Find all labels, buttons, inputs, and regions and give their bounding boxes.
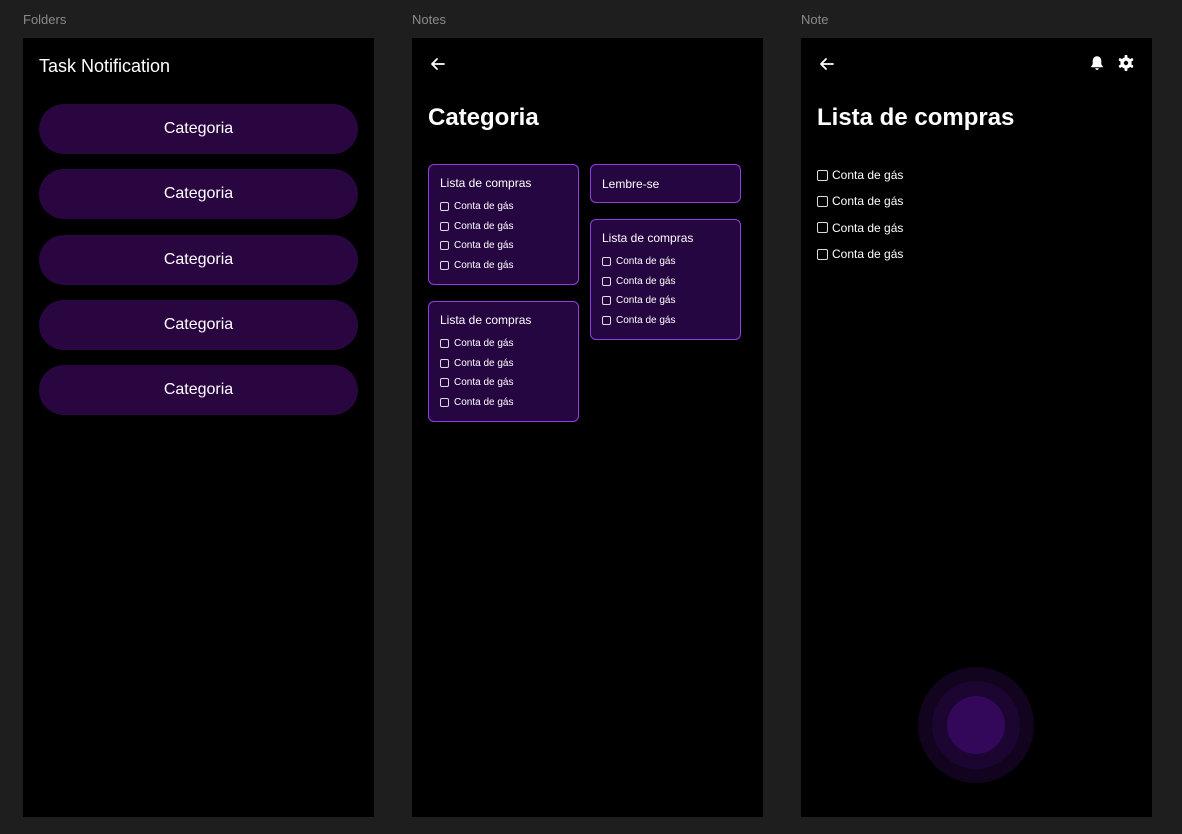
checklist-item-label: Conta de gás	[832, 220, 904, 235]
checklist-item-label: Conta de gás	[454, 259, 514, 271]
checkbox[interactable]	[602, 296, 611, 306]
category-button[interactable]: Categoria	[39, 234, 358, 285]
note-card-title: Lista de compras	[440, 176, 532, 190]
checklist-item-label: Conta de gás	[454, 377, 514, 389]
checklist-item: Conta de gás	[440, 217, 567, 237]
checklist-item: Conta de gás	[602, 291, 729, 311]
checklist-item: Conta de gás	[440, 334, 567, 354]
app-title: Task Notification	[39, 56, 171, 76]
checkbox[interactable]	[817, 195, 828, 207]
checkbox[interactable]	[602, 315, 611, 325]
checkbox[interactable]	[440, 339, 449, 349]
checklist-item-label: Conta de gás	[454, 338, 514, 350]
fab-core	[947, 696, 1005, 754]
checklist-item-label: Conta de gás	[832, 247, 904, 262]
frame-label-folders: Folders	[23, 12, 67, 27]
checklist-item: Conta de gás	[602, 311, 729, 331]
checkbox[interactable]	[440, 378, 449, 388]
checkbox[interactable]	[440, 397, 449, 407]
note-card-title: Lista de compras	[602, 231, 694, 245]
checklist-item: Conta de gás	[440, 197, 567, 217]
checklist-item-label: Conta de gás	[454, 220, 514, 232]
checklist-item: Conta de gás	[602, 272, 729, 292]
checklist-item-label: Conta de gás	[454, 396, 514, 408]
floating-action-button[interactable]	[918, 667, 1034, 783]
category-button[interactable]: Categoria	[39, 169, 358, 220]
page-title: Categoria	[428, 104, 539, 131]
checklist-item-label: Conta de gás	[616, 314, 676, 326]
checklist-item: Conta de gás	[440, 256, 567, 276]
checklist-item-label: Conta de gás	[454, 201, 514, 213]
checkbox[interactable]	[817, 169, 828, 181]
checklist-item: Conta de gás	[440, 236, 567, 256]
checklist-item: Conta de gás	[817, 241, 903, 267]
checklist-item: Conta de gás	[440, 393, 567, 413]
back-arrow-icon[interactable]	[428, 54, 448, 74]
checklist-item-label: Conta de gás	[454, 240, 514, 252]
note-card[interactable]: Lista de compras Conta de gás Conta de g…	[428, 301, 579, 422]
notes-column-right: Lembre-se Lista de compras Conta de gás …	[590, 164, 741, 356]
bell-icon[interactable]	[1088, 54, 1106, 72]
checkbox[interactable]	[817, 248, 828, 260]
frame-label-notes: Notes	[412, 12, 446, 27]
checkbox[interactable]	[602, 276, 611, 286]
checklist-item-label: Conta de gás	[616, 275, 676, 287]
checkbox[interactable]	[440, 202, 449, 212]
category-button[interactable]: Categoria	[39, 299, 358, 350]
note-card[interactable]: Lista de compras Conta de gás Conta de g…	[590, 219, 741, 340]
note-screen: Lista de compras Conta de gás Conta de g…	[801, 38, 1152, 817]
note-title: Lista de compras	[817, 104, 1015, 131]
checklist: Conta de gás Conta de gás Conta de gás C…	[817, 162, 903, 267]
checklist-item: Conta de gás	[602, 252, 729, 272]
checklist-item: Conta de gás	[440, 373, 567, 393]
fab-ring	[932, 681, 1020, 769]
checkbox[interactable]	[440, 260, 449, 270]
checkbox[interactable]	[602, 257, 611, 267]
checkbox[interactable]	[440, 358, 449, 368]
checkbox[interactable]	[817, 222, 828, 234]
checklist-item-label: Conta de gás	[454, 357, 514, 369]
checklist-item: Conta de gás	[817, 188, 903, 214]
gear-icon[interactable]	[1117, 54, 1135, 72]
checkbox[interactable]	[440, 221, 449, 231]
note-card-title: Lista de compras	[440, 313, 532, 327]
checklist-item-label: Conta de gás	[616, 295, 676, 307]
category-button[interactable]: Categoria	[39, 104, 358, 154]
back-arrow-icon[interactable]	[817, 54, 837, 74]
note-card[interactable]: Lembre-se	[590, 164, 741, 203]
checklist-item: Conta de gás	[817, 162, 903, 188]
category-list: Categoria Categoria Categoria Categoria …	[39, 104, 358, 430]
notes-column-left: Lista de compras Conta de gás Conta de g…	[428, 164, 579, 438]
checklist-item-label: Conta de gás	[832, 168, 904, 183]
frame-label-note: Note	[801, 12, 829, 27]
note-card-title: Lembre-se	[602, 177, 660, 191]
category-button[interactable]: Categoria	[39, 365, 358, 416]
checklist-item-label: Conta de gás	[616, 256, 676, 268]
notes-screen: Categoria Lista de compras Conta de gás …	[412, 38, 763, 817]
checklist-item: Conta de gás	[817, 215, 903, 241]
checkbox[interactable]	[440, 241, 449, 251]
checklist-item-label: Conta de gás	[832, 194, 904, 209]
checklist-item: Conta de gás	[440, 354, 567, 374]
folders-screen: Task Notification Categoria Categoria Ca…	[23, 38, 374, 817]
note-card[interactable]: Lista de compras Conta de gás Conta de g…	[428, 164, 579, 285]
